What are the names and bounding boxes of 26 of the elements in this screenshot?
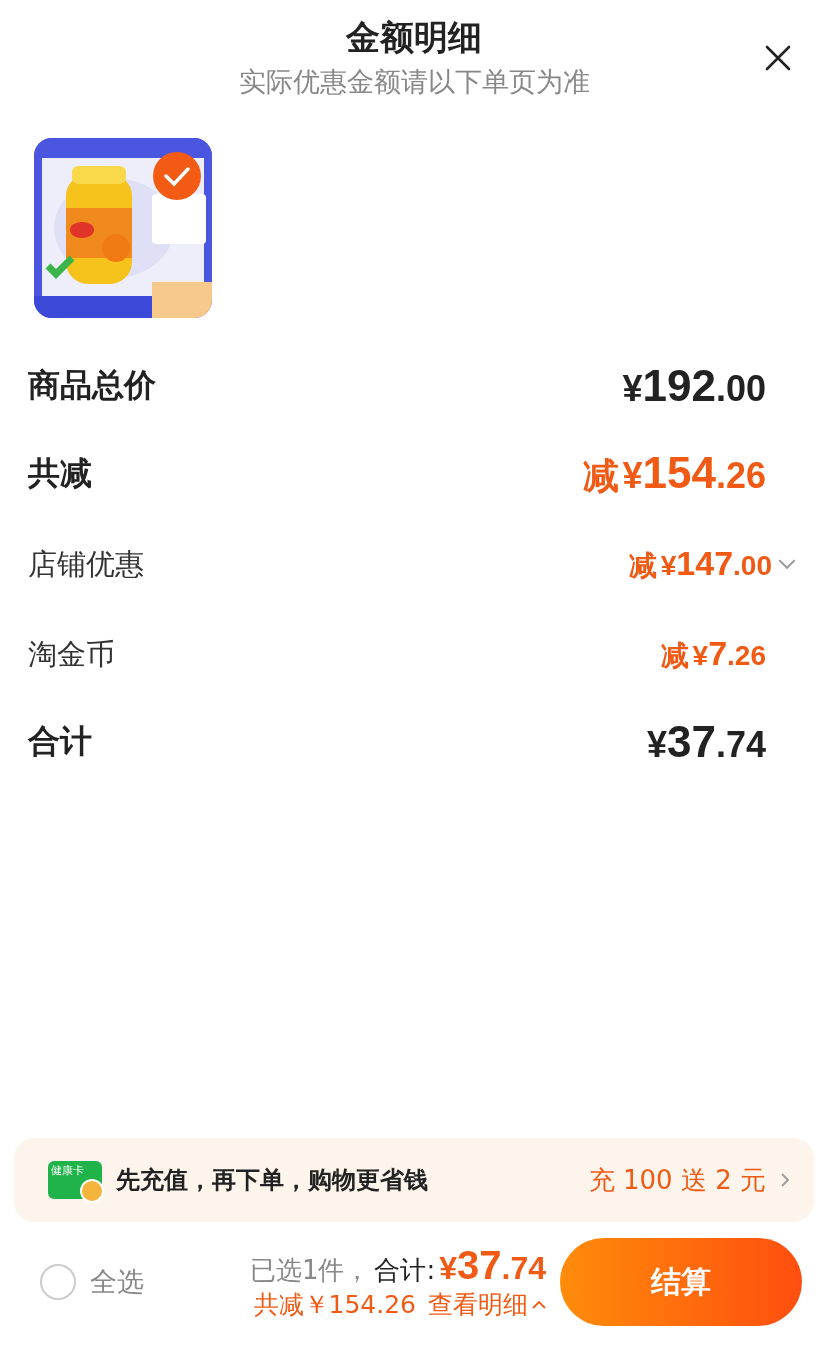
amount: 减¥7.26 — [660, 632, 766, 674]
amount: 减¥154.26 — [582, 447, 766, 499]
row-label: 合计 — [28, 721, 92, 762]
amount: 减¥147.00 — [628, 542, 772, 584]
promo-text: 先充值，再下单，购物更省钱 — [116, 1165, 429, 1196]
sheet-subtitle: 实际优惠金额请以下单页为准 — [238, 65, 590, 99]
details-link[interactable]: 查看明细 — [428, 1288, 546, 1321]
promo-offer: 充 100 送 2 元 — [588, 1163, 766, 1197]
checkmark-icon[interactable] — [153, 152, 201, 200]
select-all-checkbox[interactable]: 全选 — [40, 1264, 220, 1300]
checkout-button[interactable]: 结算 — [560, 1238, 802, 1326]
close-icon[interactable] — [764, 44, 792, 72]
row-label: 店铺优惠 — [28, 546, 144, 583]
row-label: 共减 — [28, 453, 92, 494]
total-amount: ¥37.74 — [439, 1243, 546, 1288]
amount: ¥37.74 — [646, 717, 766, 767]
row-label: 商品总价 — [28, 365, 156, 406]
saving-text: 共减￥154.26 — [253, 1289, 416, 1321]
amount: ¥192.00 — [622, 361, 766, 411]
chevron-right-icon — [780, 1172, 790, 1188]
total-label: 合计: — [374, 1254, 436, 1287]
promo-banner[interactable]: 健康卡 先充值，再下单，购物更省钱 充 100 送 2 元 — [14, 1138, 814, 1222]
chevron-icon[interactable] — [778, 558, 796, 570]
row-label: 淘金币 — [28, 636, 115, 673]
selected-count: 已选1件， — [249, 1254, 371, 1287]
sheet-title: 金额明细 — [346, 16, 482, 59]
